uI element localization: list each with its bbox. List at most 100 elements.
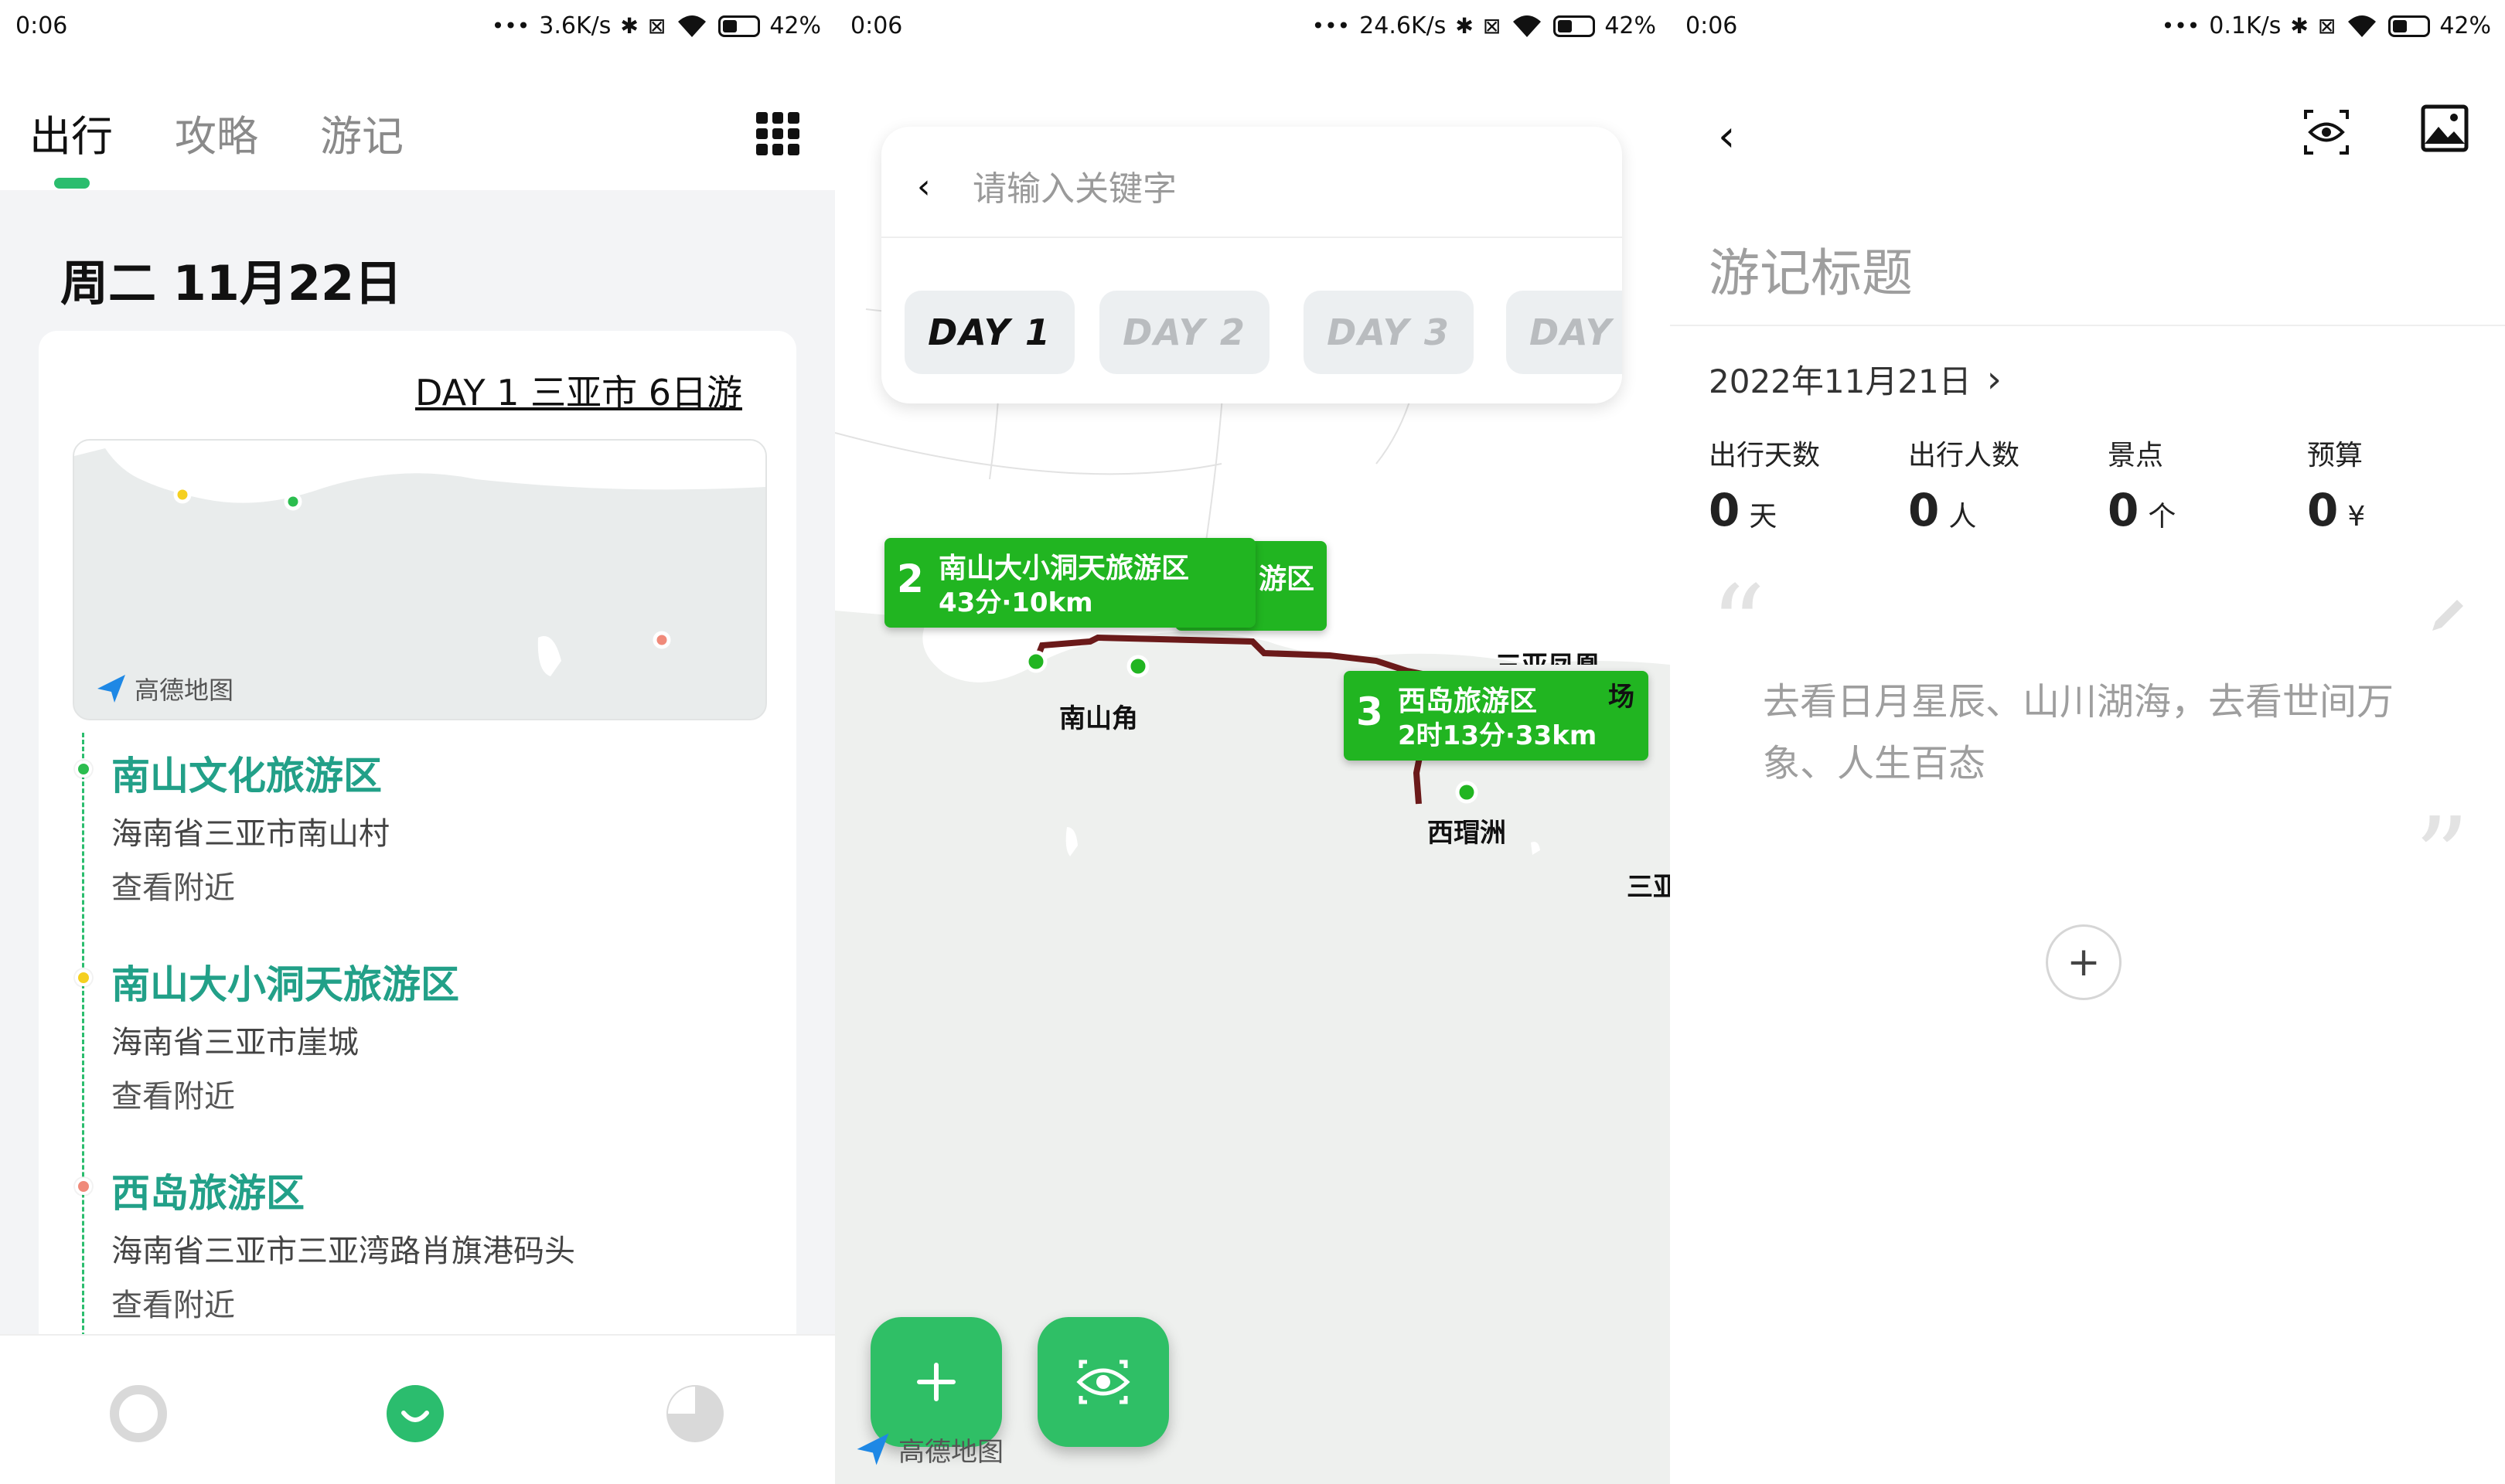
map-marker-2[interactable]: 2 南山大小洞天旅游区 43分·10km <box>884 538 1256 628</box>
pie-icon[interactable] <box>666 1385 724 1442</box>
stat-unit: ¥ <box>2347 501 2366 533</box>
stop-name[interactable]: 南山大小洞天旅游区 <box>111 954 459 1009</box>
mini-map[interactable]: 高德地图 <box>73 439 767 720</box>
smile-face-drawing <box>401 1411 429 1422</box>
status-time: 0:06 <box>850 12 903 39</box>
day-tab-3[interactable]: DAY 3 <box>1304 291 1474 374</box>
stat-value: 0 <box>2108 484 2139 536</box>
wifi-icon <box>678 15 707 37</box>
battery-percent: 42% <box>1604 12 1656 39</box>
stat-unit: 个 <box>2148 501 2176 533</box>
divider <box>881 237 1622 238</box>
status-time: 0:06 <box>1685 12 1738 39</box>
marker-label: 游区 <box>1258 563 1314 595</box>
day-tab-2[interactable]: DAY 2 <box>1099 291 1270 374</box>
tab-journal[interactable]: 游记 <box>320 102 404 163</box>
stop-dot <box>75 969 92 986</box>
image-icon[interactable] <box>2420 104 2469 153</box>
marker-number: 3 <box>1356 689 1383 734</box>
itinerary-timeline: 南山文化旅游区 海南省三亚市南山村 查看附近 南山大小洞天旅游区 海南省三亚市崖… <box>75 733 762 1359</box>
stop-name[interactable]: 西岛旅游区 <box>111 1162 305 1218</box>
list-item[interactable]: 南山大小洞天旅游区 海南省三亚市崖城 查看附近 <box>75 941 762 1150</box>
list-item[interactable]: 西岛旅游区 海南省三亚市三亚湾路肖旗港码头 查看附近 <box>75 1150 762 1359</box>
stat-label: 景点 <box>2108 440 2164 471</box>
stat-label: 出行人数 <box>1908 440 2020 471</box>
journal-title-input[interactable]: 游记标题 <box>1709 232 1913 306</box>
amap-logo-icon <box>97 675 125 703</box>
marker-info: 43分·10km <box>939 587 1093 618</box>
marker-name: 南山大小洞天旅游区 <box>939 553 1190 584</box>
pie-slice-drawing <box>668 1387 695 1414</box>
place-label: 三亚 <box>1627 872 1670 903</box>
dots-icon: ••• <box>491 13 530 39</box>
battery-icon <box>2388 15 2431 37</box>
stat-label: 出行天数 <box>1709 440 1821 471</box>
tab-guides[interactable]: 攻略 <box>175 102 258 163</box>
divider <box>1670 325 2505 326</box>
battery-percent: 42% <box>769 12 821 39</box>
view-nearby-link[interactable]: 查看附近 <box>111 1071 235 1116</box>
place-label: 场 <box>1608 682 1634 713</box>
add-content-button[interactable]: + <box>2046 924 2122 1000</box>
pencil-icon[interactable] <box>2426 594 2469 637</box>
apps-grid-icon[interactable] <box>756 112 799 155</box>
preview-eye-icon[interactable] <box>2302 108 2350 156</box>
day-tab-1[interactable]: DAY 1 <box>905 291 1075 374</box>
stat-unit: 人 <box>1948 501 1977 533</box>
search-input[interactable]: 请输入关键字 <box>973 161 1177 210</box>
stat-days[interactable]: 出行天数 0天 <box>1709 433 1902 536</box>
stat-spots[interactable]: 景点 0个 <box>2108 433 2301 536</box>
add-button[interactable] <box>871 1317 1002 1447</box>
status-bar: 0:06 ••• 3.6K/s ✱ ⊠ 42% <box>0 0 835 56</box>
stat-value: 0 <box>2307 484 2339 536</box>
preview-button[interactable] <box>1038 1317 1169 1447</box>
back-icon[interactable]: ‹ <box>917 167 931 206</box>
status-bar: 0:06 ••• 24.6K/s ✱ ⊠ 42% <box>835 0 1670 56</box>
place-label: 三亚凤凰 <box>1495 645 1619 665</box>
stop-name[interactable]: 南山文化旅游区 <box>111 745 382 801</box>
network-speed: 0.1K/s <box>2209 12 2282 39</box>
trip-title-link[interactable]: DAY 1 三亚市 6日游 <box>415 365 742 416</box>
status-time: 0:06 <box>15 12 68 39</box>
open-quote-icon: “ <box>1710 563 1766 689</box>
day-tab-4[interactable]: DAY <box>1506 291 1622 374</box>
stat-people[interactable]: 出行人数 0人 <box>1908 433 2101 536</box>
view-nearby-link[interactable]: 查看附近 <box>111 1280 235 1325</box>
bluetooth-icon: ✱ <box>620 13 639 39</box>
bottom-nav <box>0 1334 835 1484</box>
stat-value: 0 <box>1709 484 1740 536</box>
active-tab-indicator <box>54 178 90 189</box>
amap-logo-icon <box>857 1433 889 1465</box>
battery-icon <box>1553 15 1596 37</box>
map-brand-label: 高德地图 <box>898 1436 1004 1468</box>
stat-label: 预算 <box>2307 440 2364 471</box>
stop-address: 海南省三亚市崖城 <box>111 1025 359 1060</box>
tab-travel[interactable]: 出行 <box>29 102 113 163</box>
journal-content-input[interactable]: 去看日月星辰、山川湖海，去看世间万象、人生百态 <box>1763 671 2428 795</box>
stop-dot <box>75 761 92 778</box>
trip-screen: 0:06 ••• 3.6K/s ✱ ⊠ 42% 出行 攻略 游记 周二 11月2… <box>0 0 835 1484</box>
smile-icon[interactable] <box>387 1385 444 1442</box>
marker-info: 2时13分·33km <box>1398 720 1597 751</box>
back-icon[interactable]: ‹ <box>1718 111 1735 162</box>
no-sim-icon: ⊠ <box>2317 13 2336 39</box>
stat-budget[interactable]: 预算 0 ¥ <box>2307 433 2500 536</box>
place-label: 西瑁洲 <box>1427 818 1506 849</box>
map-brand: 高德地图 <box>94 671 233 706</box>
top-tabs: 出行 攻略 游记 <box>29 102 404 163</box>
bluetooth-icon: ✱ <box>2290 13 2309 39</box>
ring-icon[interactable] <box>110 1385 167 1442</box>
no-sim-icon: ⊠ <box>647 13 666 39</box>
stop-address: 海南省三亚市南山村 <box>111 816 390 852</box>
list-item[interactable]: 南山文化旅游区 海南省三亚市南山村 查看附近 <box>75 733 762 941</box>
stop-address: 海南省三亚市三亚湾路肖旗港码头 <box>111 1234 575 1269</box>
trip-card: DAY 1 三亚市 6日游 高德地图 南山文化旅游区 海南省三亚市南山村 查看附… <box>39 331 796 1351</box>
date-selector[interactable]: 2022年11月21日 › <box>1709 356 2002 403</box>
view-nearby-link[interactable]: 查看附近 <box>111 863 235 907</box>
map-marker-3[interactable]: 3 西岛旅游区 2时13分·33km <box>1344 671 1648 761</box>
journal-editor-screen: 0:06 ••• 0.1K/s ✱ ⊠ 42% ‹ 游记标题 2022年11月2… <box>1670 0 2505 1484</box>
no-sim-icon: ⊠ <box>1482 13 1501 39</box>
marker-name: 西岛旅游区 <box>1398 686 1538 717</box>
plus-icon <box>917 1363 956 1401</box>
stop-dot <box>75 1178 92 1195</box>
